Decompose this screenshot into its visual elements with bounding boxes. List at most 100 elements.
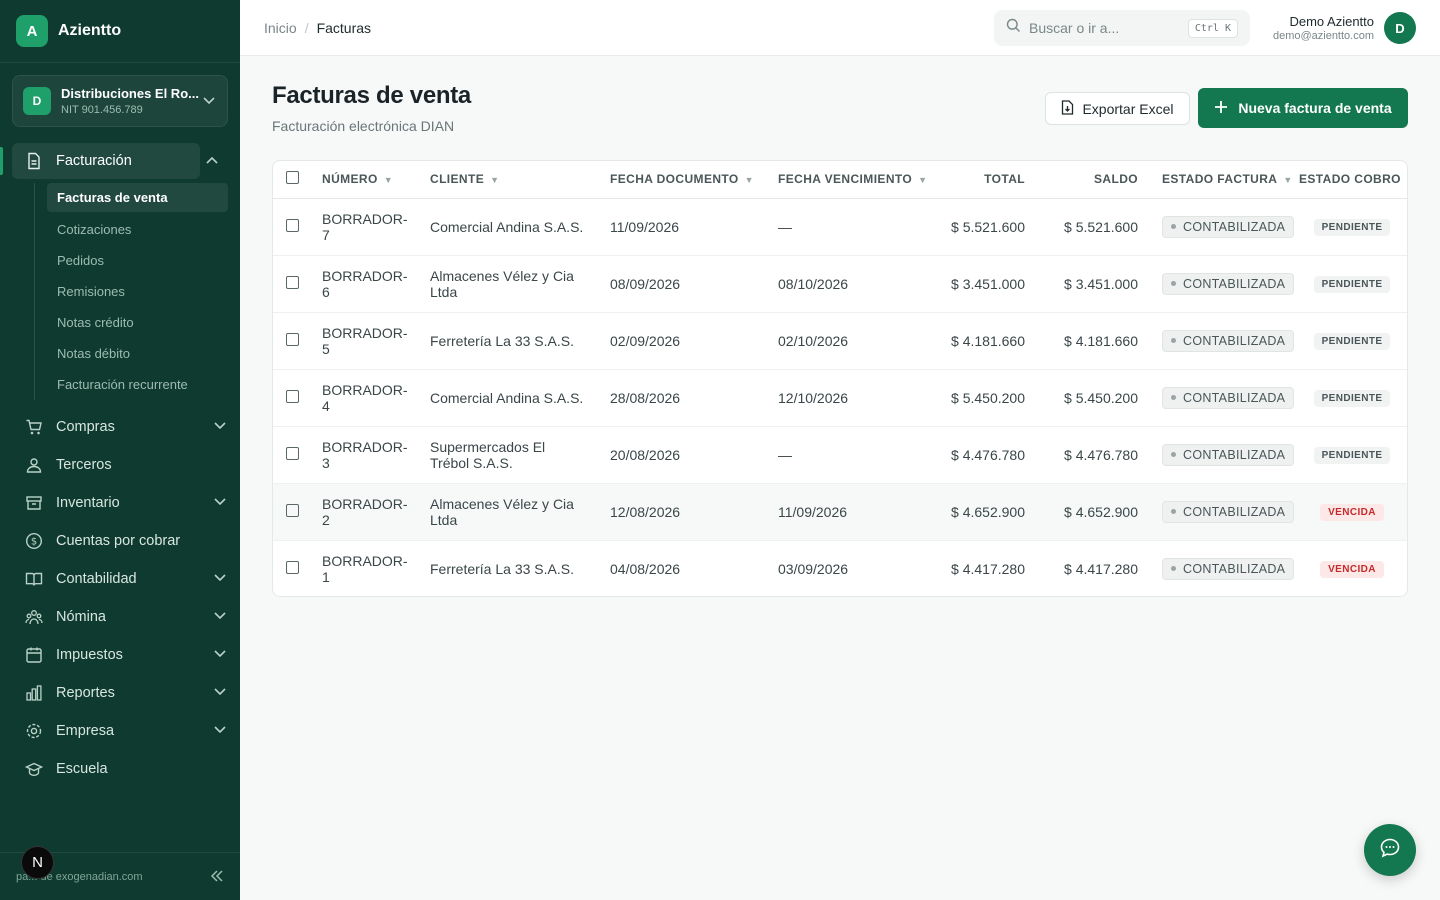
numero-suffix: 3 [322,454,330,471]
table-row[interactable]: BORRADOR- 7 Comercial Andina S.A.S. 11/09/2… [273,198,1407,256]
numero-prefix: BORRADOR- [322,495,408,512]
cell-numero[interactable]: BORRADOR- 4 [322,369,430,427]
col-numero[interactable]: NÚMERO ▼ [322,161,430,199]
subnav-notas-credito[interactable]: Notas crédito [47,307,228,338]
active-indicator [0,147,3,175]
n-badge[interactable]: N [21,846,54,879]
filter-icon[interactable]: ▼ [1283,175,1292,185]
numero-prefix: BORRADOR- [322,267,408,284]
nav-label: Empresa [56,723,115,739]
cell-fecha-vencimiento: 12/10/2026 [778,369,936,427]
cell-cliente: Almacenes Vélez y Cia Ltda [430,255,610,313]
subnav-notas-debito[interactable]: Notas débito [47,338,228,369]
col-cliente[interactable]: CLIENTE ▼ [430,161,610,199]
nav-item-empresa[interactable]: Empresa [0,712,240,750]
subnav-remisiones[interactable]: Remisiones [47,276,228,307]
cell-estado-cobro: PENDIENTE [1295,369,1407,427]
export-excel-button[interactable]: Exportar Excel [1045,92,1190,125]
cell-fecha-documento: 02/09/2026 [610,312,778,370]
col-estado-factura[interactable]: ESTADO FACTURA ▼ [1150,161,1295,199]
company-switcher[interactable]: D Distribuciones El Ro... NIT 901.456.78… [12,75,228,127]
invoices-table: NÚMERO ▼ CLIENTE ▼ FECHA DOCUMENTO ▼ FECHA … [272,160,1408,597]
cell-numero[interactable]: BORRADOR- 5 [322,312,430,370]
status-badge: CONTABILIZADA [1162,386,1295,409]
row-checkbox[interactable] [286,218,299,232]
cell-total: $ 4.652.900 [936,483,1037,541]
avatar[interactable]: D [1384,12,1416,44]
status-dot [1171,566,1176,572]
cell-numero[interactable]: BORRADOR- 3 [322,426,430,484]
table-row[interactable]: BORRADOR- 4 Comercial Andina S.A.S. 28/08/2… [273,369,1407,427]
cell-fecha-vencimiento: 08/10/2026 [778,255,936,313]
row-checkbox[interactable] [286,389,299,403]
cobro-badge: PENDIENTE [1313,390,1391,407]
nav-label: Inventario [56,495,120,511]
cell-saldo: $ 4.417.280 [1064,560,1138,577]
user-menu[interactable]: Demo Azientto demo@azientto.com D [1273,12,1416,44]
col-estado-cobro[interactable]: ESTADO COBRO [1295,161,1407,199]
filter-icon[interactable]: ▼ [918,175,927,185]
status-text: CONTABILIZADA [1183,276,1286,291]
collapse-sidebar-icon[interactable] [210,869,224,885]
cell-fecha-documento: 20/08/2026 [610,426,778,484]
subnav-facturacion-recurrente[interactable]: Facturación recurrente [47,369,228,400]
col-label: TOTAL [984,172,1025,187]
breadcrumb-home[interactable]: Inicio [264,20,297,36]
col-fecha-documento[interactable]: FECHA DOCUMENTO ▼ [610,161,778,199]
subnav-pedidos[interactable]: Pedidos [47,245,228,276]
subnav-cotizaciones[interactable]: Cotizaciones [47,214,228,245]
nav-item-terceros[interactable]: Terceros [0,446,240,484]
filter-icon[interactable]: ▼ [745,175,754,185]
row-select-cell [273,483,322,541]
nav-item-cuentas-cobrar[interactable]: $ Cuentas por cobrar [0,522,240,560]
table-row[interactable]: BORRADOR- 3 Supermercados El Trébol S.A.S. 2… [273,426,1407,484]
row-checkbox[interactable] [286,332,299,346]
table-row[interactable]: BORRADOR- 1 Ferretería La 33 S.A.S. 04/08/2… [273,540,1407,596]
cell-numero[interactable]: BORRADOR- 2 [322,483,430,541]
chevron-down-icon [212,497,228,509]
row-checkbox[interactable] [286,560,299,574]
nav-item-escuela[interactable]: Escuela [0,750,240,788]
gear-icon [24,721,44,741]
col-fecha-vencimiento[interactable]: FECHA VENCIMIENTO ▼ [778,161,936,199]
chevron-down-icon [201,94,217,108]
nav-item-facturacion[interactable]: Facturación [0,143,228,179]
col-saldo[interactable]: SALDO [1037,161,1150,199]
nav-item-contabilidad[interactable]: Contabilidad [0,560,240,598]
cell-numero[interactable]: BORRADOR- 7 [322,198,430,256]
status-badge: CONTABILIZADA [1162,557,1295,580]
breadcrumb-current: Facturas [316,19,372,36]
nav-item-impuestos[interactable]: Impuestos [0,636,240,674]
cliente-line1: Almacenes Vélez y Cia [430,267,574,284]
nav-item-inventario[interactable]: Inventario [0,484,240,522]
nav-item-nomina[interactable]: Nómina [0,598,240,636]
row-checkbox[interactable] [286,503,299,517]
nav-item-compras[interactable]: Compras [0,408,240,446]
cell-numero[interactable]: BORRADOR- 6 [322,255,430,313]
cliente-line1: Almacenes Vélez y Cia [430,495,574,512]
numero-suffix: 7 [322,226,330,243]
chat-button[interactable] [1364,824,1416,876]
filter-icon[interactable]: ▼ [384,175,393,185]
cliente-line2: Ltda [430,283,458,300]
chat-bubble-icon [1379,837,1401,864]
cell-cliente: Comercial Andina S.A.S. [430,369,610,427]
search-icon [1006,18,1021,38]
cell-fecha-vencimiento: 03/09/2026 [778,560,849,577]
filter-icon[interactable]: ▼ [490,175,499,185]
subnav-facturas-venta[interactable]: Facturas de venta [47,183,228,212]
nav-item-reportes[interactable]: Reportes [0,674,240,712]
cell-numero[interactable]: BORRADOR- 1 [322,540,430,596]
table-row[interactable]: BORRADOR- 5 Ferretería La 33 S.A.S. 02/09/2… [273,312,1407,370]
box-icon [24,493,44,513]
row-checkbox[interactable] [286,275,299,289]
col-total[interactable]: TOTAL [936,161,1037,199]
search-input[interactable]: Buscar o ir a... Ctrl K [994,10,1250,46]
select-all-checkbox[interactable] [286,171,299,185]
row-checkbox[interactable] [286,446,299,460]
cell-fecha-vencimiento: 11/09/2026 [778,483,936,541]
table-row[interactable]: BORRADOR- 2 Almacenes Vélez y Cia Ltda 12/08… [273,483,1407,541]
brand[interactable]: A Azientto [0,0,240,63]
table-row[interactable]: BORRADOR- 6 Almacenes Vélez y Cia Ltda 08/09… [273,255,1407,313]
new-invoice-button[interactable]: Nueva factura de venta [1198,88,1408,128]
